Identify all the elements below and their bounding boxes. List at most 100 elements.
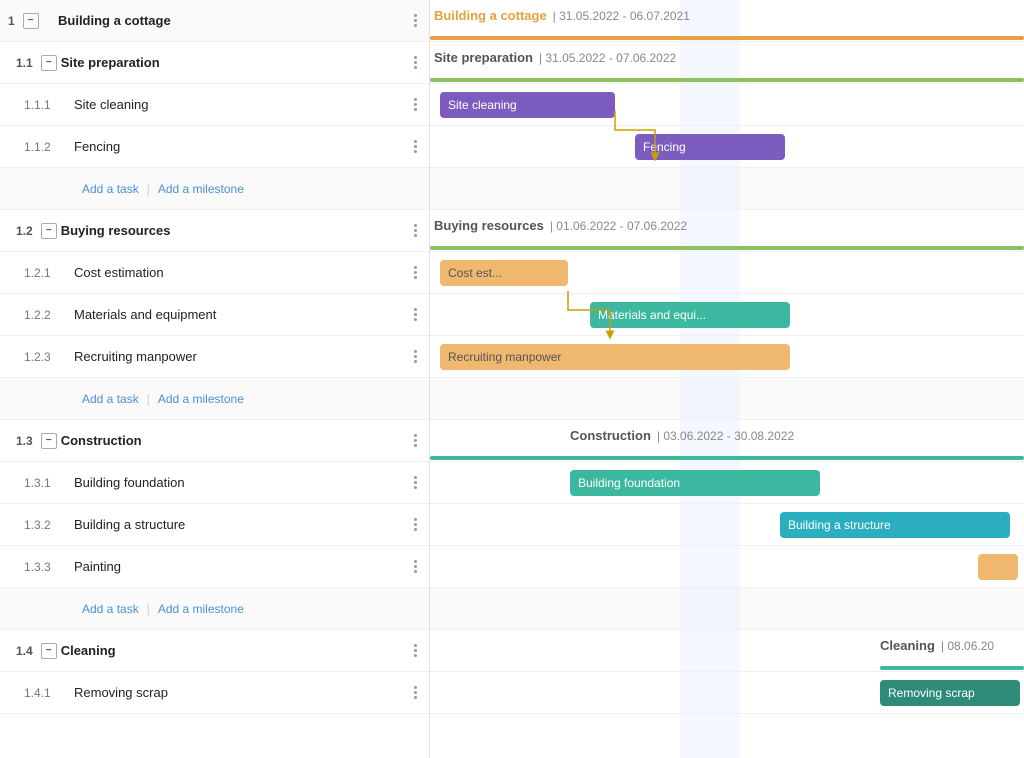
row-num-1.3.2: 1.3.2 <box>24 518 74 532</box>
dots-menu-1.2[interactable] <box>410 220 421 241</box>
building-cottage-label: Building a cottage <box>58 13 410 28</box>
row-removing-scrap: 1.4.1 Removing scrap <box>0 672 429 714</box>
row-cleaning: 1.4 − Cleaning <box>0 630 429 672</box>
bar-building-structure: Building a structure <box>780 512 1010 538</box>
row-num-1.1.2: 1.1.2 <box>24 140 74 154</box>
row-num-1.1.1: 1.1.1 <box>24 98 74 112</box>
row-number: 1.4 <box>16 644 33 658</box>
gantt-row-buying-resources: Buying resources | 01.06.2022 - 07.06.20… <box>430 210 1024 252</box>
dots-menu-1[interactable] <box>410 10 421 31</box>
dots-menu-1.1.2[interactable] <box>410 136 421 157</box>
gantt-app: 1 − Building a cottage 1.1 − Site prepar… <box>0 0 1024 758</box>
dots-menu-1.3.1[interactable] <box>410 472 421 493</box>
row-fencing: 1.1.2 Fencing <box>0 126 429 168</box>
row-materials: 1.2.2 Materials and equipment <box>0 294 429 336</box>
gantt-label-site-preparation: Site preparation | 31.05.2022 - 07.06.20… <box>434 50 676 65</box>
row-buying-resources: 1.2 − Buying resources <box>0 210 429 252</box>
bar-site-cleaning: Site cleaning <box>440 92 615 118</box>
construction-label: Construction <box>61 433 410 448</box>
pipe-divider: | <box>147 182 150 196</box>
dots-menu-1.3.2[interactable] <box>410 514 421 535</box>
row-num-1.2: 1.2 − <box>16 223 61 239</box>
site-cleaning-label: Site cleaning <box>74 97 410 112</box>
row-building-structure: 1.3.2 Building a structure <box>0 504 429 546</box>
add-task-link-1.1[interactable]: Add a task <box>82 182 139 196</box>
group-bar-buying-resources <box>430 246 1024 250</box>
bar-materials: Materials and equi... <box>590 302 790 328</box>
materials-label: Materials and equipment <box>74 307 410 322</box>
task-list-panel: 1 − Building a cottage 1.1 − Site prepar… <box>0 0 430 758</box>
pipe-divider-1.3: | <box>147 602 150 616</box>
row-num-1.3.3: 1.3.3 <box>24 560 74 574</box>
collapse-btn-1.2[interactable]: − <box>41 223 57 239</box>
dots-menu-1.2.2[interactable] <box>410 304 421 325</box>
add-actions-1.3: Add a task | Add a milestone <box>0 588 429 630</box>
add-actions-group-1.2: Add a task | Add a milestone <box>74 384 244 414</box>
gantt-row-site-preparation: Site preparation | 31.05.2022 - 07.06.20… <box>430 42 1024 84</box>
row-num-1.4: 1.4 − <box>16 643 61 659</box>
row-building-cottage: 1 − Building a cottage <box>0 0 429 42</box>
row-site-preparation: 1.1 − Site preparation <box>0 42 429 84</box>
bar-removing-scrap: Removing scrap <box>880 680 1020 706</box>
add-milestone-link-1.3[interactable]: Add a milestone <box>158 602 244 616</box>
row-painting: 1.3.3 Painting <box>0 546 429 588</box>
row-number: 1.3 <box>16 434 33 448</box>
row-num-1.2.2: 1.2.2 <box>24 308 74 322</box>
dots-menu-1.4.1[interactable] <box>410 682 421 703</box>
group-bar-construction <box>430 456 1024 460</box>
dots-menu-1.1[interactable] <box>410 52 421 73</box>
collapse-btn-1[interactable]: − <box>23 13 39 29</box>
collapse-btn-1.1[interactable]: − <box>41 55 57 71</box>
gantt-inner: Building a cottage | 31.05.2022 - 06.07.… <box>430 0 1024 758</box>
bar-fencing: Fencing <box>635 134 785 160</box>
row-num-1.3: 1.3 − <box>16 433 61 449</box>
add-actions-group-1.3: Add a task | Add a milestone <box>74 594 244 624</box>
gantt-row-materials: Materials and equi... <box>430 294 1024 336</box>
removing-scrap-label: Removing scrap <box>74 685 410 700</box>
gantt-row-removing-scrap: Removing scrap <box>430 672 1024 714</box>
row-number: 1.2 <box>16 224 33 238</box>
gantt-row-construction: Construction | 03.06.2022 - 30.08.2022 <box>430 420 1024 462</box>
row-number: 1.1 <box>16 56 33 70</box>
dots-menu-1.3[interactable] <box>410 430 421 451</box>
add-milestone-link-1.2[interactable]: Add a milestone <box>158 392 244 406</box>
building-foundation-label: Building foundation <box>74 475 410 490</box>
gantt-label-construction: Construction | 03.06.2022 - 30.08.2022 <box>570 428 794 443</box>
add-task-link-1.2[interactable]: Add a task <box>82 392 139 406</box>
row-construction: 1.3 − Construction <box>0 420 429 462</box>
gantt-row-recruiting: Recruiting manpower <box>430 336 1024 378</box>
dots-menu-1.2.3[interactable] <box>410 346 421 367</box>
dots-menu-1.3.3[interactable] <box>410 556 421 577</box>
add-actions-1.1: Add a task | Add a milestone <box>0 168 429 210</box>
row-building-foundation: 1.3.1 Building foundation <box>0 462 429 504</box>
collapse-btn-1.4[interactable]: − <box>41 643 57 659</box>
gantt-row-building-foundation: Building foundation <box>430 462 1024 504</box>
group-bar-site-preparation <box>430 78 1024 82</box>
gantt-row-fencing: Fencing <box>430 126 1024 168</box>
row-recruiting: 1.2.3 Recruiting manpower <box>0 336 429 378</box>
gantt-row-cost-estimation: Cost est... <box>430 252 1024 294</box>
row-num-1.2.3: 1.2.3 <box>24 350 74 364</box>
bar-building-foundation: Building foundation <box>570 470 820 496</box>
row-num-1.4.1: 1.4.1 <box>24 686 74 700</box>
pipe-divider-1.2: | <box>147 392 150 406</box>
gantt-label-building-cottage: Building a cottage | 31.05.2022 - 06.07.… <box>434 8 690 23</box>
row-cost-estimation: 1.2.1 Cost estimation <box>0 252 429 294</box>
add-milestone-link-1.1[interactable]: Add a milestone <box>158 182 244 196</box>
group-bar-cleaning <box>880 666 1024 670</box>
bar-recruiting: Recruiting manpower <box>440 344 790 370</box>
dots-menu-1.1.1[interactable] <box>410 94 421 115</box>
dots-menu-1.2.1[interactable] <box>410 262 421 283</box>
dots-menu-1.4[interactable] <box>410 640 421 661</box>
add-task-link-1.3[interactable]: Add a task <box>82 602 139 616</box>
recruiting-label: Recruiting manpower <box>74 349 410 364</box>
gantt-row-painting <box>430 546 1024 588</box>
gantt-chart-panel: Building a cottage | 31.05.2022 - 06.07.… <box>430 0 1024 758</box>
row-number: 1 <box>8 14 15 28</box>
collapse-btn-1.3[interactable]: − <box>41 433 57 449</box>
bar-cost-estimation: Cost est... <box>440 260 568 286</box>
bar-painting <box>978 554 1018 580</box>
site-preparation-label: Site preparation <box>61 55 410 70</box>
row-num-1.1: 1.1 − <box>16 55 61 71</box>
row-site-cleaning: 1.1.1 Site cleaning <box>0 84 429 126</box>
